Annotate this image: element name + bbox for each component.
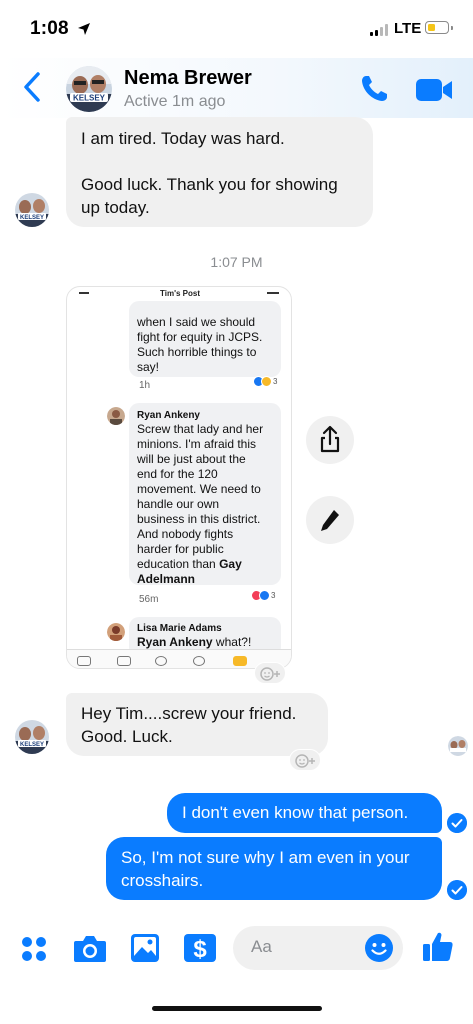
add-reaction-button[interactable] [289, 749, 321, 771]
message-text: crosshairs. [121, 871, 204, 890]
incoming-message[interactable]: I am tired. Today was hard. Good luck. T… [66, 117, 373, 227]
svg-text:KELSEY: KELSEY [20, 742, 44, 748]
shared-image[interactable]: Tim's Post when I said we should fight f… [66, 286, 292, 669]
message-input-placeholder: Aa [251, 937, 272, 956]
contact-status: Active 1m ago [124, 93, 226, 110]
chevron-left-icon[interactable] [20, 70, 46, 104]
outgoing-message[interactable]: So, I'm not sure why I am even in your c… [106, 837, 442, 900]
message-text: Hey Tim....screw your friend. [81, 704, 297, 723]
video-camera-icon[interactable] [414, 77, 454, 103]
svg-text:$: $ [193, 936, 207, 963]
phone-icon[interactable] [358, 73, 390, 105]
edit-button[interactable] [306, 496, 354, 544]
message-text: I am tired. Today was hard. [81, 129, 285, 148]
message-text: up today. [81, 198, 150, 217]
home-indicator [152, 1006, 322, 1011]
message-text: So, I'm not sure why I am even in your [121, 848, 410, 867]
read-receipt-avatar [448, 736, 468, 756]
avatar[interactable]: KELSEY [15, 720, 49, 754]
message-timestamp: 1:07 PM [210, 254, 263, 270]
comment-bubble: Ryan Ankeny Screw that lady and her mini… [129, 403, 281, 586]
message-text: Good. Luck. [81, 727, 173, 746]
delivered-check-icon [447, 880, 467, 900]
avatar[interactable]: KELSEY [66, 66, 112, 112]
reaction-count: 3 [251, 589, 275, 601]
add-reaction-icon [295, 754, 315, 768]
commenter-name: Ryan Ankeny [137, 410, 200, 421]
svg-text:KELSEY: KELSEY [73, 94, 106, 103]
avatar[interactable]: KELSEY [15, 193, 49, 227]
conversation-header: KELSEY Nema Brewer Active 1m ago [0, 58, 473, 118]
message-text: I don't even know that person. [182, 803, 409, 822]
outgoing-message[interactable]: I don't even know that person. [167, 793, 442, 833]
camera-icon[interactable] [72, 933, 108, 965]
delivered-check-icon [447, 813, 467, 833]
four-dots-icon[interactable] [20, 935, 48, 963]
incoming-message[interactable]: Hey Tim....screw your friend. Good. Luck… [66, 693, 328, 756]
status-time: 1:08 [30, 18, 69, 39]
share-button[interactable] [306, 416, 354, 464]
thumbs-up-icon[interactable] [420, 929, 456, 965]
comment-time: 56m [139, 594, 159, 605]
pencil-icon [321, 510, 339, 531]
image-icon[interactable] [129, 932, 161, 964]
comment-bubble: when I said we should fight for equity i… [129, 301, 281, 377]
location-arrow-icon [78, 23, 90, 35]
reaction-count: 3 [253, 375, 277, 387]
smiley-icon[interactable] [364, 933, 394, 963]
add-reaction-button[interactable] [254, 662, 286, 684]
battery-icon [425, 21, 453, 34]
network-type: LTE [394, 20, 422, 37]
message-text: Good luck. Thank you for showing [81, 175, 338, 194]
signal-strength-icon [370, 24, 388, 36]
add-reaction-icon [260, 667, 280, 681]
status-bar: 1:08 LTE [0, 0, 473, 58]
avatar [107, 407, 125, 425]
share-icon [320, 425, 340, 453]
comment-time: 1h [139, 380, 151, 391]
avatar [107, 623, 125, 641]
dollar-icon[interactable]: $ [183, 932, 217, 964]
contact-name[interactable]: Nema Brewer [124, 67, 252, 90]
commenter-name: Lisa Marie Adams [137, 623, 222, 634]
svg-text:KELSEY: KELSEY [20, 215, 44, 221]
post-title: Tim's Post [160, 289, 200, 298]
